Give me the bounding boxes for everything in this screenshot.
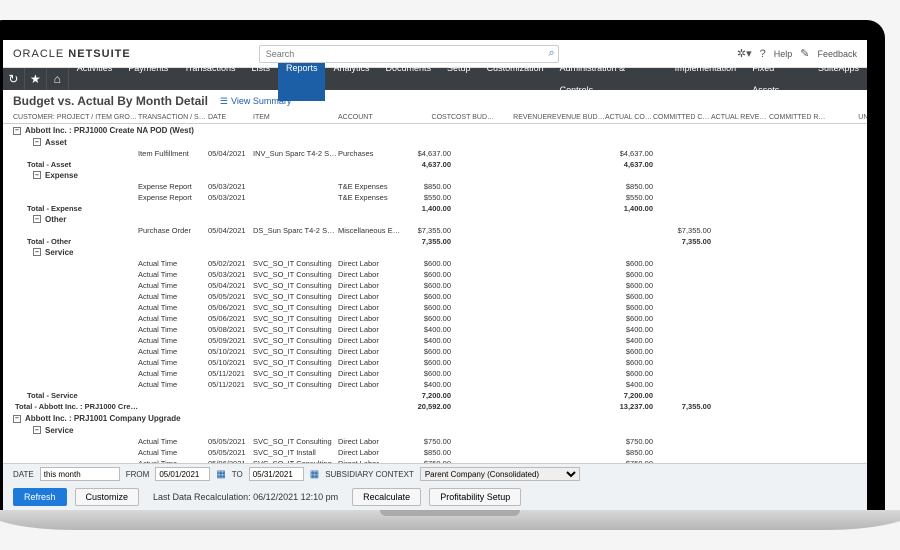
table-row: Total - Abbott Inc. : PRJ1000 Create NA …	[13, 401, 857, 412]
table-row: Expense Report05/03/2021T&E Expenses$850…	[13, 181, 857, 192]
app-screen: ORACLE NETSUITE ⌕ ✲▾ ? Help ✎ Feedback ↻…	[3, 40, 867, 510]
to-date-input[interactable]	[249, 467, 304, 481]
to-label: TO	[232, 470, 243, 479]
calendar-icon[interactable]: ▦	[310, 469, 319, 480]
group-row[interactable]: –Asset	[13, 137, 857, 148]
project-row[interactable]: –Abbott Inc. : PRJ1000 Create NA POD (We…	[13, 124, 857, 137]
view-summary-link[interactable]: ☰ View Summary	[220, 96, 291, 107]
column-headers: CUSTOMER: PROJECT / ITEM GROUPTRANSACTIO…	[3, 112, 867, 124]
table-row: Actual Time05/05/2021SVC_SO_IT Consultin…	[13, 291, 857, 302]
column-header[interactable]: TRANSACTION / SOURCE	[138, 114, 208, 121]
collapse-icon[interactable]: –	[33, 138, 41, 146]
table-row: Actual Time05/06/2021SVC_SO_IT Consultin…	[13, 302, 857, 313]
column-header[interactable]: COMMITTED COST	[653, 114, 711, 121]
table-row: Total - Asset4,637.004,637.00	[13, 159, 857, 170]
home-icon[interactable]: ⌂	[47, 68, 69, 90]
project-row[interactable]: –Abbott Inc. : PRJ1001 Company Upgrade	[13, 412, 857, 425]
table-row: Actual Time05/08/2021SVC_SO_IT Consultin…	[13, 324, 857, 335]
star-icon[interactable]: ★	[25, 68, 47, 90]
table-row: Item Fulfillment05/04/2021INV_Sun Sparc …	[13, 148, 857, 159]
collapse-icon[interactable]: –	[33, 426, 41, 434]
column-header[interactable]: ACTUAL COST	[605, 114, 653, 121]
collapse-icon[interactable]: –	[13, 415, 21, 423]
table-row: Total - Expense1,400.001,400.00	[13, 203, 857, 214]
table-row: Expense Report05/03/2021T&E Expenses$550…	[13, 192, 857, 203]
column-header[interactable]: DATE	[208, 114, 253, 121]
table-row: Actual Time05/04/2021SVC_SO_IT Consultin…	[13, 280, 857, 291]
column-header[interactable]: COST	[403, 114, 451, 121]
table-row: Total - Service7,200.007,200.00	[13, 390, 857, 401]
search-input[interactable]	[259, 45, 559, 63]
table-row: Actual Time05/02/2021SVC_SO_IT Consultin…	[13, 258, 857, 269]
group-row[interactable]: –Other	[13, 214, 857, 225]
column-header[interactable]: COST BUDGET	[451, 114, 499, 121]
column-header[interactable]: CUSTOMER: PROJECT / ITEM GROUP	[13, 114, 138, 121]
table-row: Actual Time05/11/2021SVC_SO_IT Consultin…	[13, 379, 857, 390]
brand-prefix: ORACLE	[13, 48, 64, 60]
table-row: Actual Time05/10/2021SVC_SO_IT Consultin…	[13, 346, 857, 357]
table-row: Actual Time05/06/2021SVC_SO_IT Consultin…	[13, 313, 857, 324]
main-nav: ↻ ★ ⌂ ActivitiesPaymentsTransactionsList…	[3, 68, 867, 90]
collapse-icon[interactable]: –	[33, 248, 41, 256]
laptop-base	[0, 510, 900, 530]
collapse-icon[interactable]: –	[33, 215, 41, 223]
recalc-timestamp: Last Data Recalculation: 06/12/2021 12:1…	[153, 492, 338, 502]
group-row[interactable]: –Expense	[13, 170, 857, 181]
search-icon[interactable]: ⌕	[549, 47, 555, 60]
group-row[interactable]: –Service	[13, 247, 857, 258]
subsidiary-label: SUBSIDIARY CONTEXT	[325, 470, 414, 479]
refresh-button[interactable]: Refresh	[13, 488, 67, 506]
calendar-icon[interactable]: ▦	[216, 469, 225, 480]
column-header[interactable]: ITEM	[253, 114, 338, 121]
subsidiary-select[interactable]: Parent Company (Consolidated)	[420, 467, 580, 481]
history-icon[interactable]: ↻	[3, 68, 25, 90]
table-row: Total - Other7,355.007,355.00	[13, 236, 857, 247]
column-header[interactable]: ACCOUNT	[338, 114, 403, 121]
report-footer: DATE FROM ▦ TO ▦ SUBSIDIARY CONTEXT Pare…	[3, 463, 867, 510]
table-row: Purchase Order05/04/2021DS_Sun Sparc T4-…	[13, 225, 857, 236]
table-row: Actual Time05/05/2021SVC_SO_IT InstallDi…	[13, 447, 857, 458]
recalculate-button[interactable]: Recalculate	[352, 488, 421, 506]
column-header[interactable]: REVENUE BUDGET	[547, 114, 605, 121]
table-row: Actual Time05/03/2021SVC_SO_IT Consultin…	[13, 269, 857, 280]
from-label: FROM	[126, 470, 150, 479]
from-date-input[interactable]	[155, 467, 210, 481]
column-header[interactable]: REVENUE	[499, 114, 547, 121]
collapse-icon[interactable]: –	[33, 171, 41, 179]
group-row[interactable]: –Service	[13, 425, 857, 436]
date-label: DATE	[13, 470, 34, 479]
column-header[interactable]: UNBI	[827, 114, 867, 121]
date-preset-input[interactable]	[40, 467, 120, 481]
table-row: Actual Time05/09/2021SVC_SO_IT Consultin…	[13, 335, 857, 346]
table-row: Actual Time05/10/2021SVC_SO_IT Consultin…	[13, 357, 857, 368]
report-grid[interactable]: –Abbott Inc. : PRJ1000 Create NA POD (We…	[3, 124, 867, 463]
table-row: Actual Time05/11/2021SVC_SO_IT Consultin…	[13, 368, 857, 379]
page-title: Budget vs. Actual By Month Detail	[13, 94, 208, 108]
customize-button[interactable]: Customize	[75, 488, 140, 506]
table-row: Actual Time05/05/2021SVC_SO_IT Consultin…	[13, 436, 857, 447]
profitability-button[interactable]: Profitability Setup	[429, 488, 521, 506]
list-icon: ☰	[220, 96, 228, 107]
column-header[interactable]: ACTUAL REVENUE	[711, 114, 769, 121]
column-header[interactable]: COMMITTED REVENUE	[769, 114, 827, 121]
collapse-icon[interactable]: –	[13, 127, 21, 135]
